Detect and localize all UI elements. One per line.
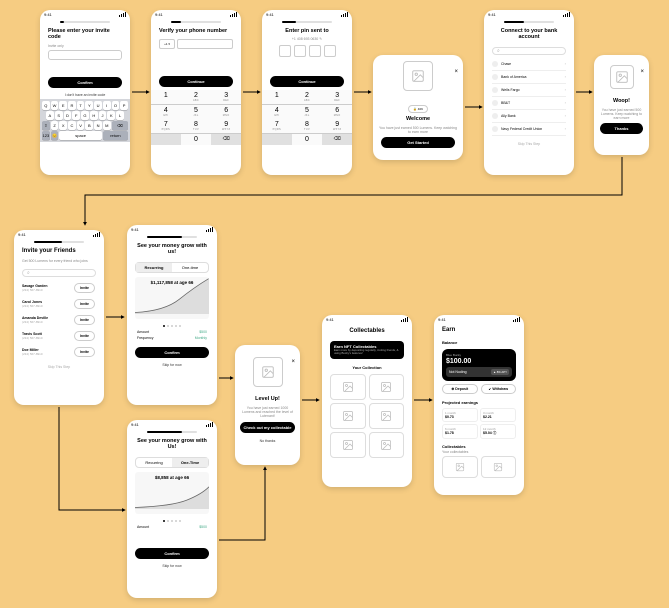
friend-row: Savage Garden(234) 567-8910Invite	[14, 280, 104, 296]
page-title: Please enter your invite code	[40, 25, 130, 44]
collectable-item[interactable]	[330, 374, 366, 400]
invite-code-input[interactable]	[48, 50, 122, 60]
deposit-button[interactable]: ⊕ Deposit	[442, 384, 478, 394]
tabs[interactable]: RecurringOne-time	[135, 262, 209, 273]
screen-collectables: 9:41 Collectables Earn NFT Collectables …	[322, 315, 412, 487]
image-placeholder-icon	[610, 65, 634, 89]
invite-button[interactable]: Invite	[74, 315, 95, 325]
screen-connect-bank: 9:41 Connect to your bank account Chase›…	[484, 10, 574, 175]
friend-row: Doe Miller(234) 567-8910Invite	[14, 344, 104, 360]
close-icon[interactable]: ×	[454, 69, 458, 75]
bank-row[interactable]: BB&T›	[492, 97, 566, 110]
close-icon[interactable]: ×	[640, 69, 644, 75]
collection-grid	[322, 371, 412, 461]
keyboard: QWERTYUIOP ASDFGHJKL ⇧ZXCVBNM⌫ 123😊space…	[40, 99, 130, 142]
bank-row[interactable]: Wells Fargo›	[492, 84, 566, 97]
subtitle: Invite only	[40, 44, 130, 48]
bank-row[interactable]: Bank of America›	[492, 71, 566, 84]
skip-link[interactable]: Skip This Step	[484, 140, 574, 148]
bank-row[interactable]: Chase›	[492, 58, 566, 71]
screen-verify-phone: 9:41 Verify your phone number +1 ▾ Conti…	[151, 10, 241, 175]
shift-key[interactable]: ⇧	[42, 121, 50, 130]
skip-link[interactable]: Skip This Step	[14, 363, 104, 371]
friend-row: Amanda Deville(234) 567-8910Invite	[14, 312, 104, 328]
invite-button[interactable]: Invite	[74, 347, 95, 357]
number-pad: 12ABC3DEF4GHI5JKL6MNO7PQRS8TUV9WXYZ0⌫	[151, 90, 241, 145]
bank-row[interactable]: Ally Bank›	[492, 110, 566, 123]
screen-earn: 9:41 Earn Balance Blue Bucky $100.00 Not…	[434, 315, 524, 495]
friends-list: Savage Garden(234) 567-8910InviteCarol J…	[14, 280, 104, 360]
dial-code-select[interactable]: +1 ▾	[159, 39, 175, 49]
phone-input[interactable]	[177, 39, 233, 49]
friend-row: Carol Jones(234) 567-8910Invite	[14, 296, 104, 312]
search-input[interactable]	[22, 269, 96, 277]
friend-row: Travis Scott(234) 567-8910Invite	[14, 328, 104, 344]
pin-input[interactable]	[262, 41, 352, 61]
checkout-button[interactable]: Check out my collectable	[240, 422, 295, 433]
key[interactable]: Q	[42, 101, 50, 110]
screen-level-up: × Level Up! You have just earned 1000 Lu…	[235, 345, 300, 465]
screen-invite-friends: 9:41 Invite your Friends Get 500 Lumens …	[14, 230, 104, 405]
screen-woop: × Woop! You have just earned 500 Lumens.…	[594, 55, 649, 155]
invite-button[interactable]: Invite	[74, 299, 95, 309]
lumens-chip: 🔒 409	[408, 105, 428, 113]
get-started-button[interactable]: Get Started	[381, 137, 455, 148]
growth-chart: $8,858 at age 66	[135, 472, 209, 514]
bank-row[interactable]: Navy Federal Credit Union›	[492, 123, 566, 136]
screen-welcome: × 🔒 409 Welcome You have just earned 500…	[373, 55, 463, 160]
continue-button[interactable]: Continue	[159, 76, 233, 87]
backspace-key[interactable]: ⌫	[112, 121, 128, 130]
status-bar: 9:41	[40, 10, 130, 19]
screen-invite-code: 9:41 Please enter your invite code Invit…	[40, 10, 130, 175]
nuding-row[interactable]: Not Nuding▲ 8% APY	[446, 367, 512, 377]
image-placeholder-icon	[403, 61, 433, 91]
invite-button[interactable]: Invite	[74, 331, 95, 341]
bank-list: Chase›Bank of America›Wells Fargo›BB&T›A…	[484, 58, 574, 136]
screen-enter-pin: 9:41 Enter pin sent to +1 408 693 0630 ✎…	[262, 10, 352, 175]
close-icon[interactable]: ×	[291, 359, 295, 365]
promo-card[interactable]: Earn NFT Collectables Earn more by depos…	[330, 341, 404, 359]
search-input[interactable]	[492, 47, 566, 55]
balance-card: Blue Bucky $100.00 Not Nuding▲ 8% APY	[442, 349, 516, 381]
screen-grow-onetime: 9:41 See your money grow with Us! Recurr…	[127, 420, 217, 598]
earnings-grid: 1 month$0.733 month$2.216 month$1.7812 m…	[434, 406, 524, 441]
no-code-link[interactable]: I don't have an invite code	[40, 91, 130, 99]
withdraw-button[interactable]: ↙ Withdraw	[481, 384, 517, 394]
screen-grow-recurring: 9:41 See your money grow with us! Recurr…	[127, 225, 217, 405]
confirm-button[interactable]: Confirm	[48, 77, 122, 88]
invite-button[interactable]: Invite	[74, 283, 95, 293]
tabs[interactable]: RecurringOne-Time	[135, 457, 209, 468]
progress-bar	[60, 21, 110, 23]
thanks-button[interactable]: Thanks	[600, 123, 643, 134]
growth-chart: $1,117,858 at age 66	[135, 277, 209, 319]
image-placeholder-icon	[253, 357, 283, 387]
